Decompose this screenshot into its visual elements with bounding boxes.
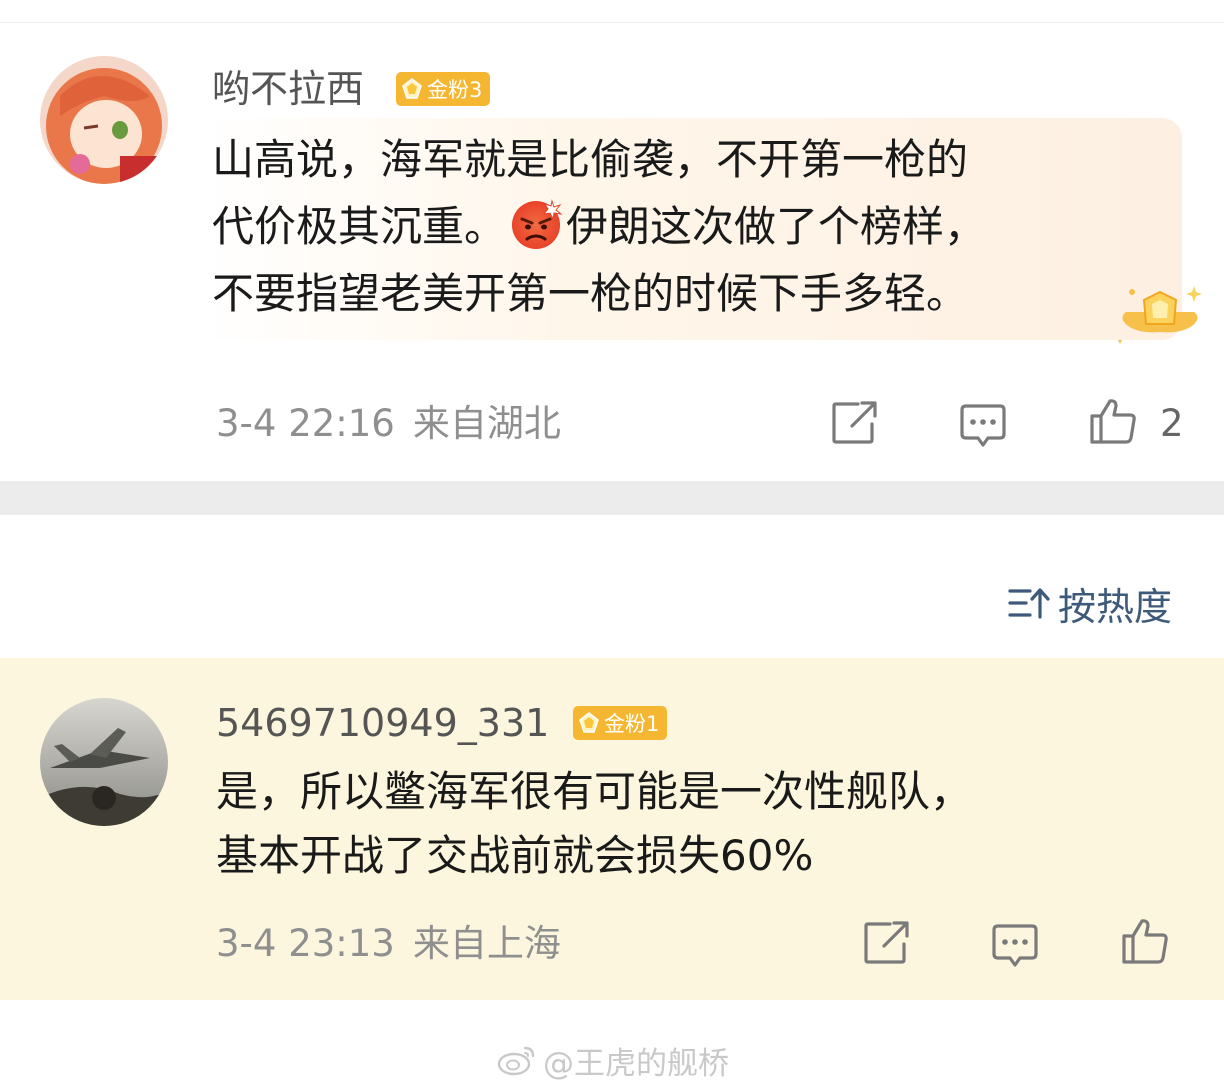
badge-label: 金粉1 xyxy=(604,712,660,736)
share-icon[interactable] xyxy=(830,398,880,448)
comment-line: 是，所以鳖海军很有可能是一次性舰队， xyxy=(216,767,973,816)
location: 来自上海 xyxy=(412,922,561,965)
fan-level-badge[interactable]: 金粉3 xyxy=(396,72,491,106)
like-icon[interactable] xyxy=(1120,916,1170,966)
watermark: @王虎的舰桥 xyxy=(497,1038,729,1082)
comment-text: 山高说，海军就是比偷袭，不开第一枪的 代价极其沉重。 伊朗这次做了个榜样， 不要… xyxy=(212,126,986,327)
comment-line: 基本开战了交战前就会损失60% xyxy=(216,831,814,880)
like-count: 2 xyxy=(1160,402,1184,445)
avatar[interactable] xyxy=(40,698,168,826)
username[interactable]: 哟不拉西 xyxy=(212,66,364,112)
gold-fan-gem-icon xyxy=(400,77,424,101)
fan-level-badge[interactable]: 金粉1 xyxy=(573,706,668,740)
comment-line: 不要指望老美开第一枪的时候下手多轻。 xyxy=(212,269,969,318)
comment-text: 是，所以鳖海军很有可能是一次性舰队， 基本开战了交战前就会损失60% xyxy=(216,760,972,888)
weibo-logo-icon xyxy=(497,1046,535,1076)
sort-icon xyxy=(1008,588,1050,619)
timestamp: 3-4 22:16 xyxy=(216,402,395,445)
comment-icon[interactable] xyxy=(958,400,1008,450)
section-divider xyxy=(0,481,1224,515)
location: 来自湖北 xyxy=(412,402,561,445)
gold-fan-gem-icon xyxy=(577,711,601,735)
angry-face-emoji xyxy=(512,199,563,249)
comment-meta: 3-4 22:16 来自湖北 xyxy=(216,402,561,446)
watermark-text: @王虎的舰桥 xyxy=(543,1045,729,1082)
username[interactable]: 5469710949_331 xyxy=(216,700,549,746)
gold-fan-crown-icon xyxy=(1118,286,1202,344)
like-icon[interactable] xyxy=(1088,396,1138,446)
badge-label: 金粉3 xyxy=(427,78,483,102)
comment-line: 山高说，海军就是比偷袭，不开第一枪的 xyxy=(212,135,969,184)
timestamp: 3-4 23:13 xyxy=(216,922,395,965)
comment-icon[interactable] xyxy=(990,920,1040,970)
share-icon[interactable] xyxy=(862,918,912,968)
comment-meta: 3-4 23:13 来自上海 xyxy=(216,922,561,966)
comment-line: 代价极其沉重。 伊朗这次做了个榜样， xyxy=(212,193,986,260)
sort-by-hot-button[interactable]: 按热度 xyxy=(1008,580,1172,629)
avatar[interactable] xyxy=(40,56,168,184)
top-divider xyxy=(0,22,1224,23)
sort-label: 按热度 xyxy=(1057,584,1172,629)
